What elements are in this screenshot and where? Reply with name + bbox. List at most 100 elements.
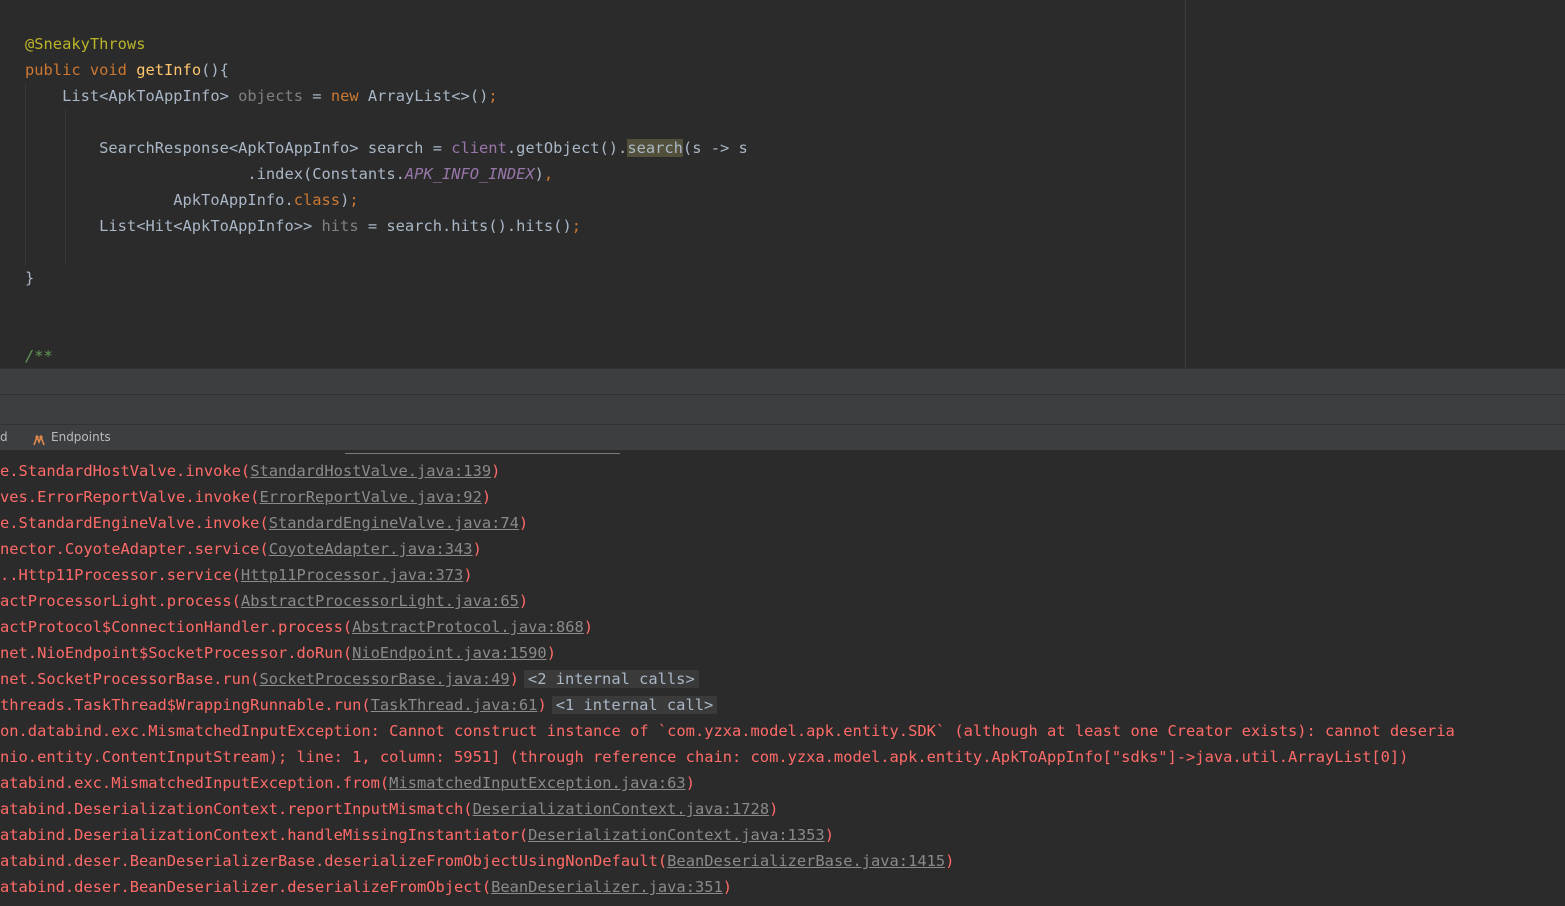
- stacktrace-line: e.StandardEngineValve.invoke(StandardEng…: [0, 510, 528, 536]
- source-link[interactable]: AbstractProcessorLight.java:65: [241, 592, 519, 610]
- code-token: ): [518, 514, 529, 532]
- code-token: ): [685, 774, 695, 792]
- source-link[interactable]: StandardEngineValve.java:74: [269, 514, 519, 532]
- code-token: ): [481, 488, 492, 506]
- code-token: ,: [543, 165, 554, 183]
- code-token: atabind.DeserializationContext.handleMis…: [0, 826, 529, 844]
- code-token: (s -> s: [682, 139, 748, 157]
- stacktrace-line: atabind.deser.BeanDeserializerBase.deser…: [0, 848, 954, 874]
- code-token: ;: [571, 217, 581, 235]
- stacktrace-line: nio.entity.ContentInputStream); line: 1,…: [0, 744, 1408, 770]
- tool-window-header: [0, 395, 1565, 424]
- code-token: public: [25, 61, 90, 79]
- tab-partial[interactable]: d: [0, 425, 8, 450]
- stacktrace-line: actProtocol$ConnectionHandler.process(Ab…: [0, 614, 593, 640]
- code-token: threads.TaskThread$WrappingRunnable.run(: [0, 696, 371, 714]
- code-editor[interactable]: @SneakyThrows public void getInfo(){ List…: [0, 0, 1565, 368]
- code-token: @SneakyThrows: [25, 35, 146, 53]
- code-token: ): [824, 826, 834, 844]
- source-link[interactable]: BeanDeserializerBase.java:1415: [667, 852, 945, 870]
- code-token: /**: [25, 347, 53, 365]
- code-token: atabind.deser.BeanDeserializer.deseriali…: [0, 878, 492, 896]
- code-token: ): [945, 852, 955, 870]
- code-token: ;: [349, 191, 359, 209]
- code-token: new: [330, 87, 368, 105]
- source-link[interactable]: AbstractProtocol.java:868: [352, 618, 584, 636]
- source-link[interactable]: MismatchedInputException.java:63: [389, 774, 686, 792]
- code-token: ): [583, 618, 594, 636]
- code-line: public void getInfo(){: [25, 57, 229, 83]
- code-token: = search.hits().hits(): [358, 217, 572, 235]
- stacktrace-line: atabind.exc.MismatchedInputException.fro…: [0, 770, 695, 796]
- code-token: ves.ErrorReportValve.invoke(: [0, 488, 260, 506]
- console-output[interactable]: e.StandardHostValve.invoke(StandardHostV…: [0, 450, 1565, 906]
- tool-window-tabs: d Endpoints: [0, 424, 1565, 450]
- code-token: void: [89, 61, 137, 79]
- tab-partial-label: d: [0, 430, 8, 444]
- code-token: ): [722, 878, 733, 896]
- stacktrace-line: net.SocketProcessorBase.run(SocketProces…: [0, 666, 699, 692]
- code-token: ): [546, 644, 556, 662]
- stacktrace-line: threads.TaskThread$WrappingRunnable.run(…: [0, 692, 718, 718]
- code-line: @SneakyThrows: [25, 31, 145, 57]
- code-token: APK_INFO_INDEX: [404, 165, 535, 183]
- code-token: atabind.DeserializationContext.reportInp…: [0, 800, 473, 818]
- code-token: hits: [321, 217, 359, 235]
- stacktrace-line: on.databind.exc.MismatchedInputException…: [0, 718, 1455, 744]
- source-link[interactable]: StandardHostValve.java:139: [250, 462, 491, 480]
- code-token: nio.entity.ContentInputStream); line: 1,…: [0, 748, 1409, 766]
- code-token: actProcessorLight.process(: [0, 592, 241, 610]
- source-link[interactable]: SocketProcessorBase.java:49: [259, 670, 509, 688]
- code-token: ): [472, 540, 482, 558]
- stacktrace-line: atabind.deser.BeanDeserializer.deseriali…: [0, 874, 732, 900]
- source-link[interactable]: NioEndpoint.java:1590: [352, 644, 547, 662]
- stacktrace-line: net.NioEndpoint$SocketProcessor.doRun(Ni…: [0, 640, 556, 666]
- internal-calls-fold[interactable]: <1 internal call>: [551, 696, 718, 714]
- code-token: List<ApkToAppInfo>: [25, 87, 239, 105]
- editor-breadcrumb-bar: [0, 368, 1565, 395]
- code-token: ): [463, 566, 473, 584]
- tab-endpoints[interactable]: Endpoints: [32, 425, 111, 450]
- tab-endpoints-label: Endpoints: [51, 430, 111, 444]
- stacktrace-line: atabind.DeserializationContext.handleMis…: [0, 822, 834, 848]
- source-link[interactable]: DeserializationContext.java:1728: [473, 800, 770, 818]
- code-token: ): [340, 191, 350, 209]
- stacktrace-line: ..Http11Processor.service(Http11Processo…: [0, 562, 473, 588]
- code-token: net.SocketProcessorBase.run(: [0, 670, 260, 688]
- stacktrace-line: nector.CoyoteAdapter.service(CoyoteAdapt…: [0, 536, 482, 562]
- code-token: ): [769, 800, 779, 818]
- code-token: SearchResponse<ApkToAppInfo> search =: [25, 139, 452, 157]
- stacktrace-line: ves.ErrorReportValve.invoke(ErrorReportV…: [0, 484, 491, 510]
- right-margin-guide: [1185, 0, 1186, 368]
- code-token: =: [303, 87, 331, 105]
- code-token: getInfo: [136, 61, 202, 79]
- source-link[interactable]: CoyoteAdapter.java:343: [269, 540, 473, 558]
- code-line: /**: [25, 343, 53, 368]
- code-token: ): [491, 462, 501, 480]
- code-token: objects: [238, 87, 303, 105]
- source-link[interactable]: TaskThread.java:61: [371, 696, 538, 714]
- code-token: ;: [488, 87, 498, 105]
- code-token: e.StandardHostValve.invoke(: [0, 462, 251, 480]
- code-token: (){: [201, 61, 229, 79]
- code-token: search: [627, 139, 683, 157]
- stacktrace-line: atabind.DeserializationContext.reportInp…: [0, 796, 778, 822]
- code-token: .getObject().: [506, 139, 628, 157]
- code-token: List<Hit<ApkToAppInfo>>: [25, 217, 322, 235]
- code-token: on.databind.exc.MismatchedInputException…: [0, 722, 1455, 740]
- source-link[interactable]: BeanDeserializer.java:351: [491, 878, 723, 896]
- code-line: ApkToAppInfo.class);: [25, 187, 359, 213]
- code-token: .index(Constants.: [25, 165, 405, 183]
- code-token: }: [25, 269, 35, 287]
- code-token: nector.CoyoteAdapter.service(: [0, 540, 269, 558]
- code-line: }: [25, 265, 34, 291]
- code-token: class: [293, 191, 341, 209]
- source-link[interactable]: Http11Processor.java:373: [241, 566, 463, 584]
- source-link[interactable]: ErrorReportValve.java:92: [259, 488, 481, 506]
- internal-calls-fold[interactable]: <2 internal calls>: [523, 670, 699, 688]
- code-line: .index(Constants.APK_INFO_INDEX),: [25, 161, 553, 187]
- code-token: ): [518, 592, 529, 610]
- source-link[interactable]: DeserializationContext.java:1353: [528, 826, 825, 844]
- endpoints-icon: [32, 431, 46, 445]
- code-token: atabind.deser.BeanDeserializerBase.deser…: [0, 852, 668, 870]
